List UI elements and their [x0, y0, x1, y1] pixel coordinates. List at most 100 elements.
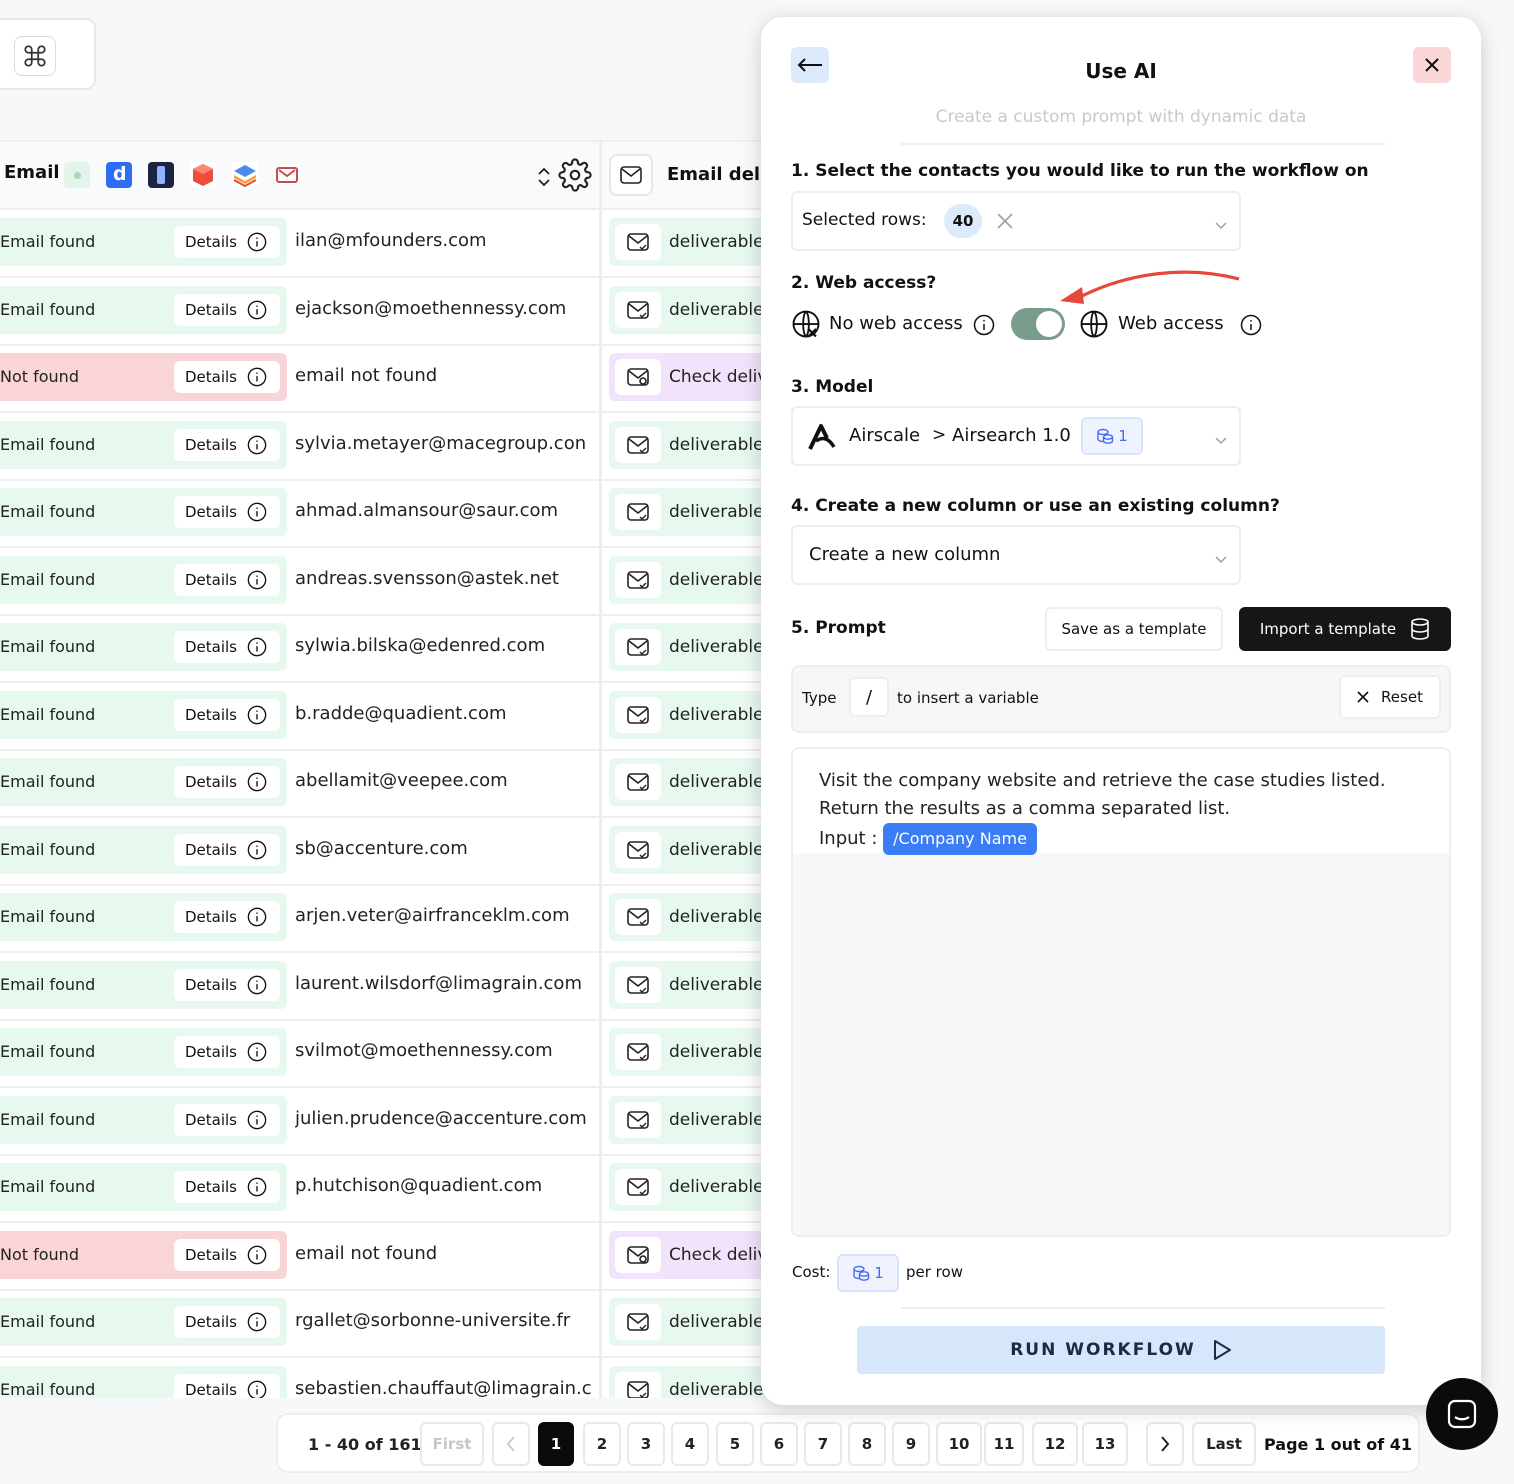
table-row[interactable]: Email found Details arjen.veter@airfrancek… [0, 885, 780, 953]
table-row[interactable]: Email found Details rgallet@sorbonne-unive… [0, 1290, 780, 1358]
table-row[interactable]: Email found Details andreas.svensson@astek… [0, 548, 780, 616]
page-button[interactable]: 2 [583, 1422, 621, 1466]
contacts-select[interactable]: Selected rows: 40 [791, 191, 1241, 251]
first-page-button[interactable]: First [420, 1422, 484, 1466]
details-button[interactable]: Details [174, 631, 280, 663]
table-row[interactable]: Email found Details svilmot@moethennessy.c… [0, 1020, 780, 1088]
email-value[interactable]: ilan@mfounders.com [295, 230, 595, 251]
reset-button[interactable]: Reset [1339, 675, 1441, 719]
table-row[interactable]: Email found Details b.radde@quadient.com de… [0, 683, 780, 751]
prompt-text[interactable]: Visit the company website and retrieve t… [793, 749, 1449, 855]
table-row[interactable]: Email found Details ejackson@moethennessy.… [0, 278, 780, 346]
table-row[interactable]: Not found Details email not found Check del… [0, 1223, 780, 1291]
info-icon [247, 772, 267, 792]
column-select[interactable]: Create a new column [791, 525, 1241, 585]
email-value[interactable]: sylwia.bilska@edenred.com [295, 635, 595, 656]
details-button[interactable]: Details [174, 226, 280, 258]
prev-page-button[interactable] [492, 1422, 530, 1466]
variable-chip[interactable]: /Company Name [883, 823, 1037, 855]
details-button[interactable]: Details [174, 901, 280, 933]
page-button[interactable]: 11 [984, 1422, 1024, 1466]
page-button[interactable]: 5 [716, 1422, 754, 1466]
table-row[interactable]: Email found Details sylwia.bilska@edenred.… [0, 615, 780, 683]
model-select[interactable]: Airscale > Airsearch 1.0 1 [791, 406, 1241, 466]
table-row[interactable]: Email found Details sebastien.chauffaut@li… [0, 1358, 780, 1399]
email-value[interactable]: email not found [295, 1243, 595, 1264]
import-template-button[interactable]: Import a template [1239, 607, 1451, 651]
table-row[interactable]: Email found Details sb@accenture.com delive… [0, 818, 780, 886]
table-row[interactable]: Email found Details ahmad.almansour@saur.c… [0, 480, 780, 548]
email-value[interactable]: p.hutchison@quadient.com [295, 1175, 595, 1196]
chat-widget-button[interactable] [1426, 1378, 1498, 1450]
details-button[interactable]: Details [174, 428, 280, 461]
table-row[interactable]: Email found Details laurent.wilsdorf@limag… [0, 953, 780, 1021]
table-row[interactable]: Email found Details ilan@mfounders.com deli… [0, 210, 780, 278]
details-button[interactable]: Details [174, 563, 280, 596]
page-button[interactable]: 13 [1082, 1422, 1128, 1466]
details-button[interactable]: Details [174, 833, 280, 866]
email-value[interactable]: sb@accenture.com [295, 838, 595, 859]
email-value[interactable]: sebastien.chauffaut@limagrain.c [295, 1378, 595, 1399]
table-row[interactable]: Email found Details abellamit@veepee.com de… [0, 750, 780, 818]
details-button[interactable]: Details [174, 1036, 280, 1068]
page-button[interactable]: 8 [848, 1422, 886, 1466]
email-value[interactable]: ahmad.almansour@saur.com [295, 500, 595, 521]
table-row[interactable]: Email found Details p.hutchison@quadient.c… [0, 1155, 780, 1223]
clear-selection-icon[interactable] [996, 212, 1014, 234]
close-button[interactable] [1413, 47, 1451, 83]
deliverability-cell[interactable]: Check deliv [609, 1230, 780, 1279]
info-icon[interactable] [973, 314, 995, 340]
web-access-toggle[interactable] [1011, 308, 1065, 340]
details-label: Details [185, 300, 238, 319]
envelope-check-icon [615, 1034, 661, 1070]
info-icon [247, 1177, 267, 1197]
email-value[interactable]: rgallet@sorbonne-universite.fr [295, 1310, 595, 1331]
email-value[interactable]: laurent.wilsdorf@limagrain.com [295, 973, 595, 994]
details-button[interactable]: Details [174, 766, 280, 798]
page-button[interactable]: 10 [936, 1422, 982, 1466]
details-button[interactable]: Details [174, 1103, 280, 1136]
email-value[interactable]: abellamit@veepee.com [295, 770, 595, 791]
details-button[interactable]: Details [174, 1171, 280, 1203]
email-value[interactable]: sylvia.metayer@macegroup.con [295, 433, 595, 454]
email-status-cell: Email found Details [0, 1095, 287, 1144]
email-value[interactable]: svilmot@moethennessy.com [295, 1040, 595, 1061]
sort-icon[interactable] [534, 164, 554, 190]
envelope-search-icon [615, 359, 661, 395]
email-value[interactable]: arjen.veter@airfranceklm.com [295, 905, 595, 926]
run-workflow-button[interactable]: RUN WORKFLOW [857, 1326, 1385, 1374]
prompt-editor[interactable]: Visit the company website and retrieve t… [791, 747, 1451, 1237]
email-value[interactable]: julien.prudence@accenture.com [295, 1108, 595, 1129]
page-button[interactable]: 3 [627, 1422, 665, 1466]
email-value[interactable]: b.radde@quadient.com [295, 703, 595, 724]
page-button[interactable]: 4 [671, 1422, 709, 1466]
email-value[interactable]: ejackson@moethennessy.com [295, 298, 595, 319]
email-column-header[interactable]: Email [4, 162, 60, 183]
last-page-button[interactable]: Last [1192, 1422, 1256, 1466]
info-icon[interactable] [1240, 314, 1262, 340]
gear-icon[interactable] [558, 158, 592, 196]
page-button[interactable]: 12 [1032, 1422, 1078, 1466]
deliverability-cell[interactable]: Check deliv [609, 353, 780, 401]
details-button[interactable]: Details [174, 968, 280, 1001]
details-button[interactable]: Details [174, 1306, 280, 1338]
next-page-button[interactable] [1146, 1422, 1184, 1466]
page-button[interactable]: 6 [760, 1422, 798, 1466]
details-button[interactable]: Details [174, 496, 280, 528]
save-template-button[interactable]: Save as a template [1045, 607, 1223, 651]
command-menu-button[interactable] [0, 18, 96, 90]
page-button[interactable]: 7 [804, 1422, 842, 1466]
page-button[interactable]: 1 [538, 1422, 574, 1466]
table-row[interactable]: Email found Details julien.prudence@accent… [0, 1088, 780, 1156]
table-row[interactable]: Email found Details sylvia.metayer@macegro… [0, 413, 780, 481]
page-button[interactable]: 9 [892, 1422, 930, 1466]
deliverability-status: deliverable [669, 1109, 764, 1130]
details-button[interactable]: Details [174, 361, 280, 393]
email-value[interactable]: email not found [295, 365, 595, 386]
details-button[interactable]: Details [174, 698, 280, 731]
details-button[interactable]: Details [174, 1238, 280, 1271]
email-value[interactable]: andreas.svensson@astek.net [295, 568, 595, 589]
details-button[interactable]: Details [174, 1373, 280, 1398]
details-button[interactable]: Details [174, 293, 280, 326]
table-row[interactable]: Not found Details email not found Check del… [0, 345, 780, 413]
